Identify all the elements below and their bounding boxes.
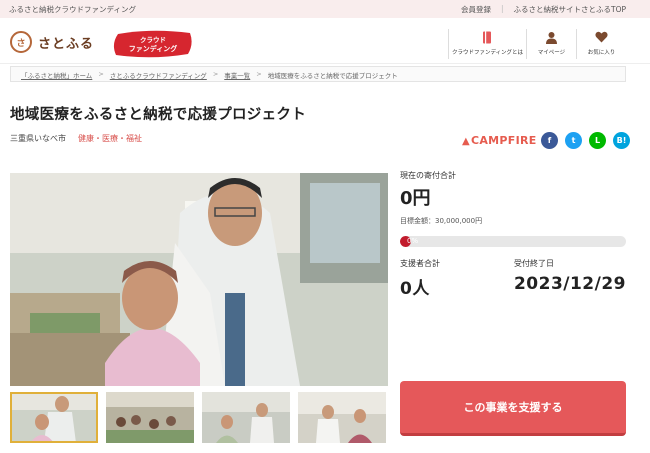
project-location: 三重県いなべ市 — [10, 134, 66, 143]
header-nav: クラウドファンディングとは マイページ お気に入り — [448, 29, 626, 59]
twitter-icon[interactable]: t — [565, 132, 582, 149]
top-bar: ふるさと納税クラウドファンディング 会員登録 | ふるさと納税サイトさとふるTO… — [0, 0, 650, 18]
deadline-date: 2023/12/29 — [513, 274, 626, 294]
project-meta: 三重県いなべ市 健康・医療・福祉 — [10, 133, 142, 144]
thumbnail-strip — [10, 392, 386, 443]
nav-about-crowdfunding[interactable]: クラウドファンディングとは — [448, 29, 526, 59]
page-title: 地域医療をふるさと納税で応援プロジェクト — [10, 107, 306, 123]
nav-mypage[interactable]: マイページ — [526, 29, 576, 59]
top-links: 会員登録 | ふるさと納税サイトさとふるTOP — [461, 4, 626, 15]
deadline-block: 受付終了日 2023/12/29 — [502, 258, 626, 299]
heart-icon — [595, 29, 608, 45]
goal-amount: 目標金額：30,000,000円 — [400, 217, 483, 225]
deadline-label: 受付終了日 — [513, 259, 554, 268]
crowdfunding-badge[interactable]: クラウド ファンディング — [112, 30, 194, 58]
supporters-count: 0人 — [400, 279, 430, 299]
breadcrumb: 「ふるさと納税」ホーム > さとふるクラウドファンディング > 事業一覧 > 地… — [10, 66, 626, 82]
thumbnail-1[interactable] — [10, 392, 98, 443]
supporters-block: 支援者合計 0人 — [400, 258, 502, 299]
satofull-logo-text[interactable]: さとふる — [38, 33, 94, 52]
share-buttons: f t L B! — [541, 132, 630, 149]
campfire-logo: ▲CAMPFIRE — [462, 134, 537, 147]
divider: | — [500, 4, 504, 13]
site-tagline: ふるさと納税クラウドファンディング — [9, 5, 136, 14]
nav-label: クラウドファンディングとは — [451, 50, 524, 56]
main-photo — [10, 173, 388, 386]
supporters-label: 支援者合計 — [400, 259, 440, 268]
thumbnail-2[interactable] — [106, 392, 194, 443]
progress-percent: 0% — [407, 237, 419, 245]
support-project-button[interactable]: この事業を支援する — [400, 381, 626, 436]
breadcrumb-separator: > — [256, 70, 262, 78]
badge-line-2: ファンディング — [128, 45, 178, 53]
breadcrumb-separator: > — [212, 70, 219, 78]
facebook-icon[interactable]: f — [541, 132, 558, 149]
breadcrumb-crowdfunding[interactable]: さとふるクラウドファンディング — [110, 70, 207, 80]
book-icon — [482, 29, 493, 45]
user-icon — [545, 29, 558, 45]
breadcrumb-separator: > — [98, 70, 104, 78]
flame-icon: ▲ — [462, 136, 470, 147]
funding-summary: 現在の寄付合計 0円 目標金額：30,000,000円 — [400, 170, 626, 226]
nav-label: お気に入り — [587, 50, 616, 56]
campfire-text: CAMPFIRE — [471, 134, 537, 147]
hatena-bookmark-icon[interactable]: B! — [613, 132, 630, 149]
nav-label: マイページ — [537, 50, 566, 56]
funding-stats: 支援者合計 0人 受付終了日 2023/12/29 — [400, 258, 626, 299]
thumbnail-4[interactable] — [298, 392, 386, 443]
breadcrumb-current: 地域医療をふるさと納税で応援プロジェクト — [267, 72, 398, 80]
project-category[interactable]: 健康・医療・福祉 — [78, 133, 142, 144]
line-icon[interactable]: L — [589, 132, 606, 149]
current-amount-label: 現在の寄付合計 — [400, 171, 456, 180]
progress-bar: 0% — [400, 236, 626, 247]
satofull-logo-icon[interactable]: さ — [10, 31, 32, 53]
site-header: さ さとふる クラウド ファンディング クラウドファンディングとは マイページ … — [0, 18, 650, 64]
thumbnail-3[interactable] — [202, 392, 290, 443]
nav-favorites[interactable]: お気に入り — [576, 29, 626, 59]
register-link[interactable]: 会員登録 — [461, 4, 491, 15]
badge-line-1: クラウド — [140, 36, 166, 44]
breadcrumb-projects[interactable]: 事業一覧 — [224, 70, 250, 80]
current-amount: 0円 — [400, 188, 431, 209]
satofull-top-link[interactable]: ふるさと納税サイトさとふるTOP — [513, 4, 626, 15]
breadcrumb-home[interactable]: 「ふるさと納税」ホーム — [21, 70, 92, 80]
